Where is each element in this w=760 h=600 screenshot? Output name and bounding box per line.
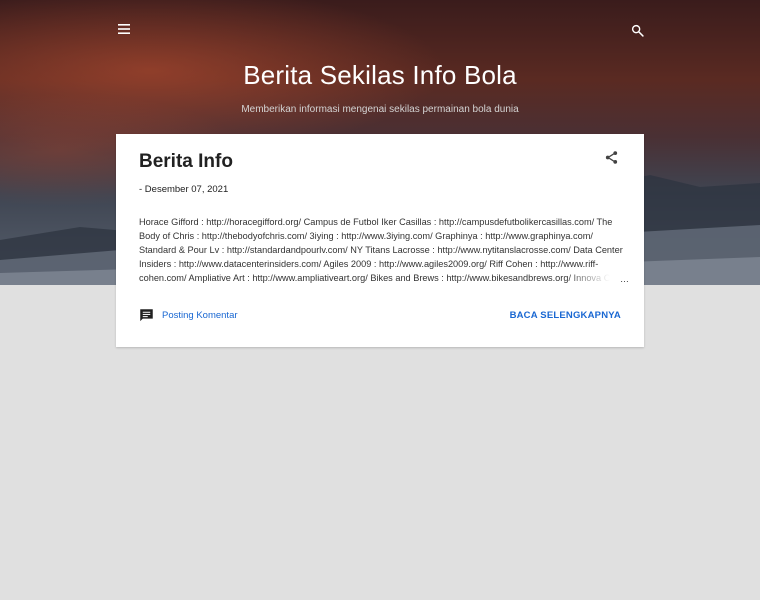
share-button[interactable] xyxy=(604,150,622,168)
post-snippet-text: Horace Gifford : http://horacegifford.or… xyxy=(139,217,623,283)
comment-icon xyxy=(140,309,153,322)
search-icon xyxy=(631,24,644,37)
menu-button[interactable] xyxy=(113,19,135,39)
post-card: Berita Info - Desember 07, 2021 Horace G… xyxy=(116,134,644,347)
post-snippet: Horace Gifford : http://horacegifford.or… xyxy=(139,215,629,287)
post-comment-link[interactable]: Posting Komentar xyxy=(139,308,238,323)
hamburger-menu-icon xyxy=(118,24,130,34)
read-more-link[interactable]: BACA SELENGKAPNYA xyxy=(510,310,621,321)
post-date[interactable]: - Desember 07, 2021 xyxy=(139,184,228,195)
snippet-ellipsis: … xyxy=(565,273,629,287)
search-button[interactable] xyxy=(626,19,648,41)
share-icon xyxy=(605,151,618,164)
post-title[interactable]: Berita Info xyxy=(139,151,233,173)
blog-title[interactable]: Berita Sekilas Info Bola xyxy=(0,60,760,91)
comment-label: Posting Komentar xyxy=(162,310,238,321)
blog-description: Memberikan informasi mengenai sekilas pe… xyxy=(241,104,519,115)
